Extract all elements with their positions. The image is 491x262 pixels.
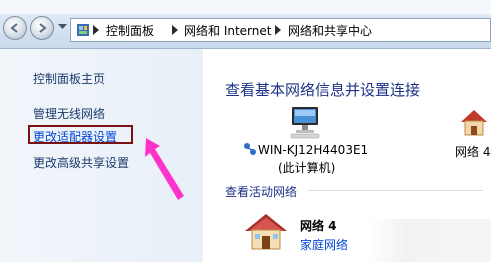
- forward-button[interactable]: [30, 16, 54, 40]
- back-arrow-icon: [10, 23, 18, 33]
- change-advanced-sharing-settings-link[interactable]: 更改高级共享设置: [33, 154, 129, 171]
- address-bar: 控制面板 网络和 Internet 网络和共享中心: [0, 14, 491, 49]
- home-network-icon: [245, 214, 287, 250]
- forward-arrow-icon: [39, 23, 47, 33]
- network-label: 网络 4: [455, 145, 491, 159]
- page-title: 查看基本网络信息并设置连接: [225, 81, 421, 99]
- computer-name: WIN-KJ12H4403E1: [258, 143, 369, 157]
- active-network-name: 网络 4: [300, 219, 337, 233]
- watermark-overlay: [368, 219, 491, 262]
- manage-wireless-networks-link[interactable]: 管理无线网络: [33, 105, 105, 122]
- main-content: 查看基本网络信息并设置连接 WIN-KJ12H4403E1 (此计算机) 网络 …: [203, 49, 491, 262]
- section-divider: [308, 190, 483, 191]
- house-icon[interactable]: [459, 107, 489, 137]
- breadcrumb-separator-icon[interactable]: [93, 25, 99, 35]
- control-panel-home-link[interactable]: 控制面板主页: [33, 70, 105, 87]
- active-networks-heading: 查看活动网络: [225, 185, 298, 199]
- breadcrumb-separator-icon[interactable]: [172, 25, 178, 35]
- computer-subtitle: (此计算机): [278, 161, 336, 175]
- breadcrumb-network-sharing-center[interactable]: 网络和共享中心: [288, 22, 372, 39]
- highlight-box: [28, 125, 133, 144]
- breadcrumb-network-internet[interactable]: 网络和 Internet: [184, 22, 271, 39]
- pointer-arrow-icon: [145, 138, 184, 200]
- breadcrumb-control-panel[interactable]: 控制面板: [106, 22, 154, 39]
- back-button[interactable]: [3, 16, 27, 40]
- network-type-link[interactable]: 家庭网络: [300, 236, 348, 253]
- computer-icon[interactable]: [289, 105, 323, 139]
- control-panel-icon: [77, 24, 89, 36]
- recent-pages-dropdown-icon[interactable]: [58, 24, 67, 30]
- window-top-strip: [0, 0, 491, 14]
- network-status-icon: [244, 143, 256, 155]
- breadcrumb-separator-icon[interactable]: [275, 25, 281, 35]
- address-path[interactable]: 控制面板 网络和 Internet 网络和共享中心: [70, 18, 491, 42]
